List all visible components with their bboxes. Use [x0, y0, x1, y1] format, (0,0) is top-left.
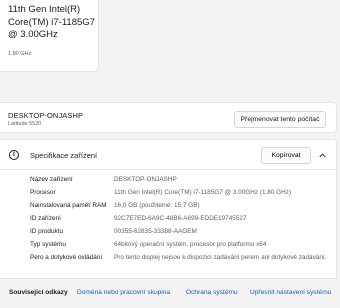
- spec-label: Název zařízení: [30, 176, 73, 183]
- spec-value: 64bitový operační systém, procesor pro p…: [114, 241, 267, 248]
- spec-value: 16,0 GB (použitelné: 15,7 GB): [114, 202, 200, 209]
- spec-value: DESKTOP-ONJASHP: [114, 176, 177, 183]
- device-specs-header[interactable]: i Specifikace zařízení Kopírovat: [0, 139, 337, 170]
- copy-button[interactable]: Kopírovat: [261, 147, 311, 164]
- rename-pc-button[interactable]: Přejmenovat tento počítač: [234, 111, 326, 128]
- processor-name: 11th Gen Intel(R) Core(TM) i7-1185G7 @ 3…: [8, 4, 95, 40]
- device-specs-title: Specifikace zařízení: [30, 151, 98, 160]
- device-specs-table: Název zařízení DESKTOP-ONJASHP Procesor …: [0, 170, 337, 279]
- spec-value: Pro tento displej nejsou k dispozici zad…: [114, 254, 327, 261]
- advanced-system-settings-link[interactable]: Upřesnit nastavení systému: [250, 289, 331, 296]
- spec-label: Procesor: [30, 189, 56, 196]
- spec-value: 00355-62835-33388-AAOEM: [114, 228, 197, 235]
- processor-card: 11th Gen Intel(R) Core(TM) i7-1185G7 @ 3…: [0, 0, 99, 72]
- related-links: Související odkazy Doména nebo pracovní …: [0, 279, 337, 308]
- spec-label: Nainstalovaná paměť RAM: [30, 202, 107, 209]
- processor-speed: 1.80 GHz: [8, 50, 32, 57]
- spec-label: Pero a dotykové ovládání: [30, 254, 103, 261]
- spec-label: ID zařízení: [30, 215, 61, 222]
- info-icon: i: [9, 150, 19, 160]
- domain-workgroup-link[interactable]: Doména nebo pracovní skupina: [77, 289, 170, 296]
- spec-label: Typ systému: [30, 241, 66, 248]
- spec-value: 92C7E7ED-6A9C-48B6-A699-EDDE19745527: [114, 215, 247, 222]
- chevron-up-icon[interactable]: [319, 152, 326, 159]
- spec-value: 11th Gen Intel(R) Core(TM) i7-1185G7 @ 3…: [114, 189, 292, 196]
- system-protection-link[interactable]: Ochrana systému: [186, 289, 238, 296]
- device-card: DESKTOP-ONJASHP Latitude 5520 Přejmenova…: [0, 102, 337, 133]
- related-links-title: Související odkazy: [9, 289, 68, 296]
- device-model: Latitude 5520: [8, 121, 42, 127]
- device-name: DESKTOP-ONJASHP: [8, 111, 84, 120]
- spec-label: ID produktu: [30, 228, 64, 235]
